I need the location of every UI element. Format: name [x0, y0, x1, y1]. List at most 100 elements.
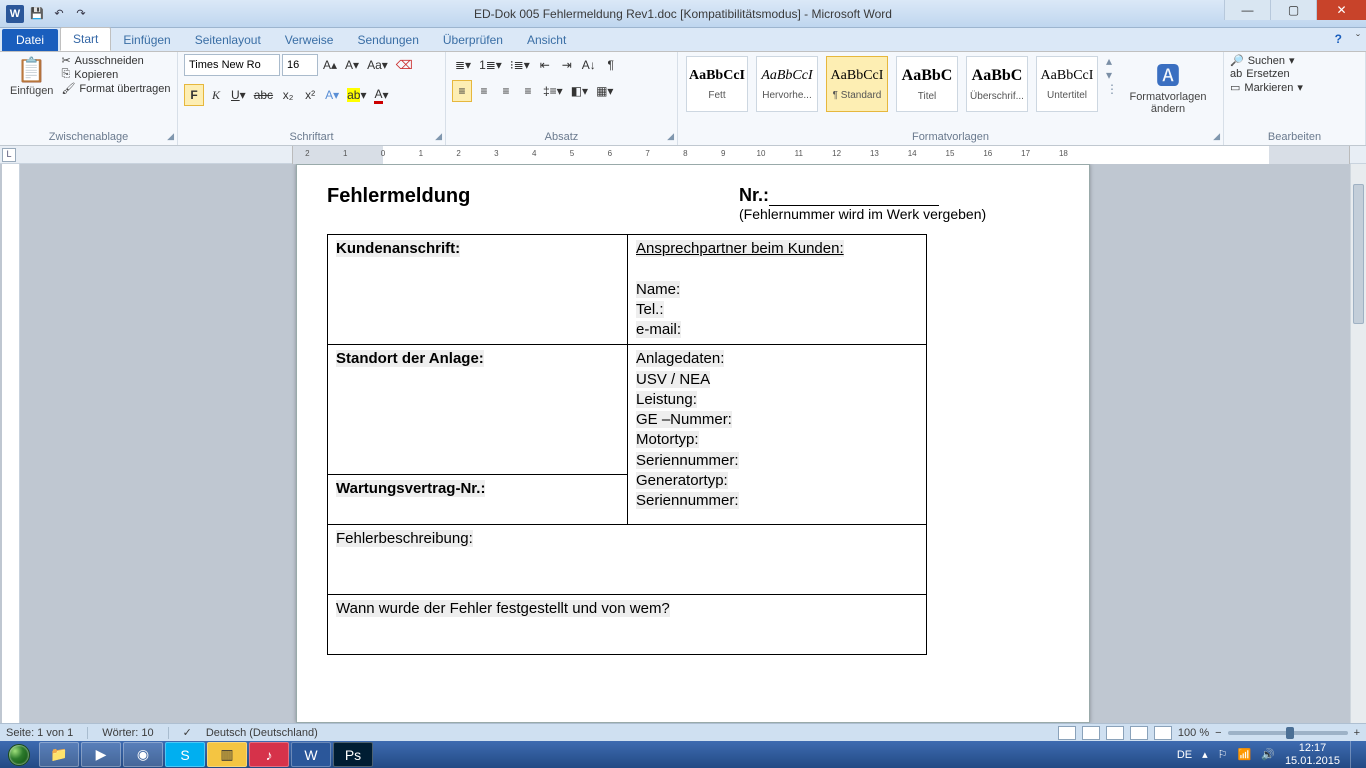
taskbar-notes[interactable]: ▥: [207, 742, 247, 767]
view-outline[interactable]: [1130, 726, 1148, 740]
minimize-button[interactable]: —: [1224, 0, 1270, 20]
status-words[interactable]: Wörter: 10: [102, 727, 153, 739]
view-print-layout[interactable]: [1058, 726, 1076, 740]
font-launcher-icon[interactable]: ◢: [435, 131, 442, 142]
zoom-slider-thumb[interactable]: [1286, 727, 1294, 739]
show-marks-button[interactable]: ¶: [601, 54, 621, 76]
align-center-button[interactable]: ≡: [474, 80, 494, 102]
underline-button[interactable]: U▾: [228, 84, 249, 106]
vertical-ruler[interactable]: [2, 164, 20, 723]
increase-indent-button[interactable]: ⇥: [557, 54, 577, 76]
start-button[interactable]: [0, 741, 38, 768]
bullets-button[interactable]: ≣▾: [452, 54, 474, 76]
italic-button[interactable]: K: [206, 84, 226, 106]
maximize-button[interactable]: ▢: [1270, 0, 1316, 20]
style-hervorhebung[interactable]: AaBbCcIHervorhe...: [756, 56, 818, 112]
tab-mailings[interactable]: Sendungen: [345, 29, 430, 51]
tab-insert[interactable]: Einfügen: [111, 29, 182, 51]
change-styles-button[interactable]: 🅰 Formatvorlagen ändern: [1124, 54, 1212, 117]
font-color-button[interactable]: A▾: [371, 84, 391, 106]
format-painter-button[interactable]: 🖌Format übertragen: [61, 82, 170, 95]
horizontal-ruler[interactable]: 210123456789101112131415161718: [292, 146, 1350, 164]
tab-review[interactable]: Überprüfen: [431, 29, 515, 51]
font-size-combo[interactable]: [282, 54, 318, 76]
taskbar-photoshop[interactable]: Ps: [333, 742, 373, 767]
tab-selector[interactable]: L: [2, 148, 16, 162]
tab-references[interactable]: Verweise: [273, 29, 346, 51]
strikethrough-button[interactable]: abc: [251, 84, 276, 106]
zoom-level[interactable]: 100 %: [1178, 727, 1209, 739]
view-fullscreen[interactable]: [1082, 726, 1100, 740]
paragraph-launcher-icon[interactable]: ◢: [667, 131, 674, 142]
superscript-button[interactable]: x²: [300, 84, 320, 106]
document-page[interactable]: Fehlermeldung Nr.: (Fehlernummer wird im…: [296, 164, 1090, 723]
page-viewport[interactable]: Fehlermeldung Nr.: (Fehlernummer wird im…: [20, 164, 1366, 723]
help-icon[interactable]: ?: [1335, 32, 1342, 46]
tray-chevron-icon[interactable]: ▴: [1202, 748, 1208, 761]
styles-launcher-icon[interactable]: ◢: [1213, 131, 1220, 142]
change-case-button[interactable]: Aa▾: [364, 54, 391, 76]
find-button[interactable]: 🔎Suchen ▾: [1230, 54, 1303, 67]
proofing-icon[interactable]: ✓: [183, 726, 192, 739]
paste-button[interactable]: 📋 Einfügen: [6, 54, 57, 99]
taskbar-word[interactable]: W: [291, 742, 331, 767]
clear-formatting-button[interactable]: ⌫: [393, 54, 416, 76]
status-language[interactable]: Deutsch (Deutschland): [206, 727, 318, 739]
show-desktop-button[interactable]: [1350, 741, 1358, 768]
grow-font-button[interactable]: A▴: [320, 54, 340, 76]
tray-language[interactable]: DE: [1177, 749, 1192, 761]
tray-volume-icon[interactable]: 🔊: [1261, 748, 1275, 761]
multilevel-button[interactable]: ⁝≣▾: [507, 54, 533, 76]
view-draft[interactable]: [1154, 726, 1172, 740]
view-web[interactable]: [1106, 726, 1124, 740]
taskbar-media[interactable]: ▶: [81, 742, 121, 767]
taskbar-explorer[interactable]: 📁: [39, 742, 79, 767]
zoom-out-button[interactable]: −: [1215, 727, 1221, 739]
undo-icon[interactable]: ↶: [50, 5, 68, 23]
sort-button[interactable]: A↓: [579, 54, 599, 76]
tray-flag-icon[interactable]: ⚐: [1218, 748, 1228, 761]
tab-file[interactable]: Datei: [2, 29, 58, 51]
cut-button[interactable]: ✂Ausschneiden: [61, 54, 170, 67]
font-name-combo[interactable]: [184, 54, 280, 76]
clipboard-launcher-icon[interactable]: ◢: [167, 131, 174, 142]
text-effects-button[interactable]: A▾: [322, 84, 342, 106]
highlight-button[interactable]: ab▾: [344, 84, 369, 106]
decrease-indent-button[interactable]: ⇤: [535, 54, 555, 76]
zoom-in-button[interactable]: +: [1354, 727, 1360, 739]
style-untertitel[interactable]: AaBbCcIUntertitel: [1036, 56, 1098, 112]
line-spacing-button[interactable]: ‡≡▾: [540, 80, 566, 102]
close-button[interactable]: ✕: [1316, 0, 1366, 20]
replace-button[interactable]: abErsetzen: [1230, 68, 1303, 80]
style-titel[interactable]: AaBbCTitel: [896, 56, 958, 112]
tab-view[interactable]: Ansicht: [515, 29, 578, 51]
shading-button[interactable]: ◧▾: [568, 80, 591, 102]
taskbar-itunes[interactable]: ♪: [249, 742, 289, 767]
taskbar-skype[interactable]: S: [165, 742, 205, 767]
styles-gallery-more[interactable]: ▴▾⋮: [1104, 54, 1120, 96]
style-ueberschrift[interactable]: AaBbCÜberschrif...: [966, 56, 1028, 112]
copy-button[interactable]: ⎘Kopieren: [61, 68, 170, 81]
taskbar-chrome[interactable]: ◉: [123, 742, 163, 767]
borders-button[interactable]: ▦▾: [593, 80, 616, 102]
numbering-button[interactable]: 1≣▾: [476, 54, 505, 76]
shrink-font-button[interactable]: A▾: [342, 54, 362, 76]
ribbon-minimize-icon[interactable]: ˇ: [1356, 32, 1360, 46]
style-fett[interactable]: AaBbCcIFett: [686, 56, 748, 112]
align-left-button[interactable]: ≡: [452, 80, 472, 102]
scrollbar-thumb[interactable]: [1353, 184, 1364, 324]
select-button[interactable]: ▭Markieren ▾: [1230, 81, 1303, 94]
status-page[interactable]: Seite: 1 von 1: [6, 727, 73, 739]
zoom-slider[interactable]: [1228, 731, 1348, 735]
tray-network-icon[interactable]: 📶: [1238, 748, 1252, 761]
save-icon[interactable]: 💾: [28, 5, 46, 23]
tray-clock[interactable]: 12:17 15.01.2015: [1285, 742, 1340, 766]
subscript-button[interactable]: x₂: [278, 84, 298, 106]
redo-icon[interactable]: ↷: [72, 5, 90, 23]
justify-button[interactable]: ≡: [518, 80, 538, 102]
bold-button[interactable]: F: [184, 84, 204, 106]
vertical-scrollbar[interactable]: [1350, 164, 1366, 723]
tab-layout[interactable]: Seitenlayout: [183, 29, 273, 51]
tab-start[interactable]: Start: [60, 27, 111, 51]
style-standard[interactable]: AaBbCcI¶ Standard: [826, 56, 888, 112]
